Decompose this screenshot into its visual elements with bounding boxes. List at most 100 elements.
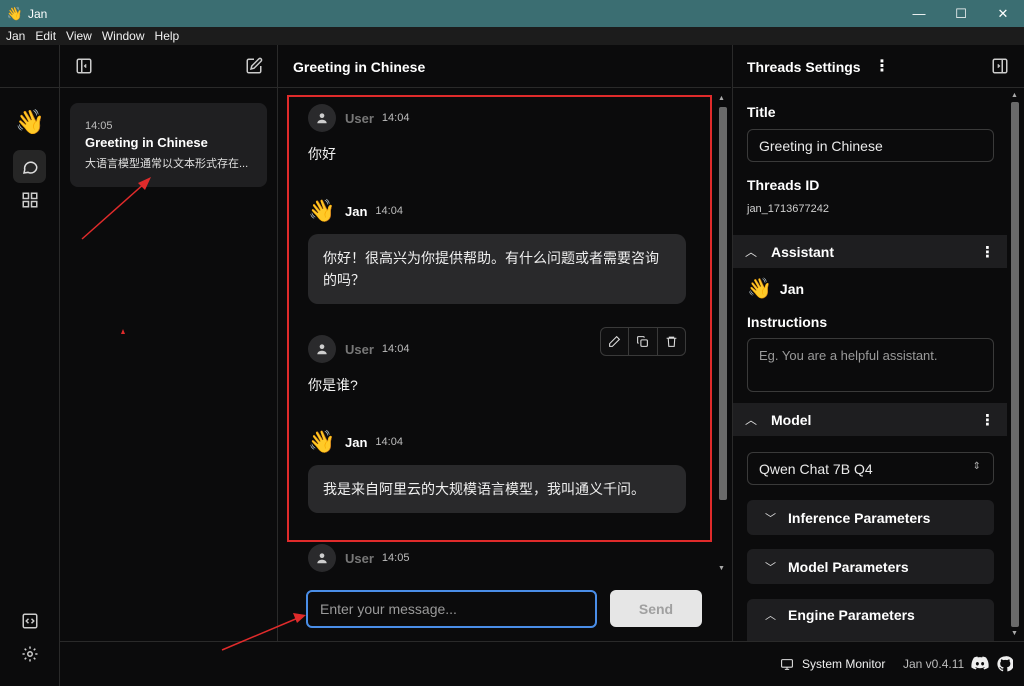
app-icon: 👋 (6, 5, 24, 21)
menu-window[interactable]: Window (97, 27, 150, 45)
message-time: 14:04 (381, 343, 410, 355)
collapse-right-panel-icon[interactable] (991, 57, 1009, 80)
message-time: 14:04 (375, 436, 403, 448)
discord-icon[interactable] (971, 656, 989, 676)
chevron-up-icon: ︿ (765, 610, 776, 622)
message-sender: User (345, 341, 374, 357)
title-bar: 👋 Jan — ☐ ✕ (0, 0, 1024, 27)
message-user: User 14:04 你是谁? (308, 335, 409, 395)
assistant-section-title: Assistant (771, 243, 835, 260)
maximize-button[interactable]: ☐ (940, 0, 982, 27)
message-bubble: 你好！很高兴为你提供帮助。有什么问题或者需要咨询的吗？ (308, 234, 686, 304)
settings-scrollbar[interactable]: ▲ ▼ (1008, 92, 1022, 641)
menu-edit[interactable]: Edit (30, 27, 61, 45)
message-sender: User (345, 550, 374, 566)
message-sender: Jan (345, 203, 368, 219)
window-controls: — ☐ ✕ (898, 0, 1024, 27)
message-time: 14:04 (375, 205, 403, 217)
new-thread-icon[interactable] (245, 57, 263, 80)
model-section-header[interactable]: ︿ Model ⋮ (733, 403, 1007, 436)
rail-top (0, 45, 60, 88)
assistant-more-icon[interactable]: ⋮ (980, 243, 995, 261)
collapse-sidebar-icon[interactable] (75, 57, 93, 80)
instructions-label: Instructions (747, 314, 828, 330)
message-actions (600, 327, 686, 356)
model-parameters-section[interactable]: ﹀ Model Parameters (747, 549, 994, 584)
minimize-button[interactable]: — (898, 0, 940, 27)
menu-bar: Jan Edit View Window Help (0, 27, 1024, 45)
thread-item[interactable]: 14:05 Greeting in Chinese 大语言模型通常以文本形式存在… (70, 103, 267, 187)
scrollbar-thumb[interactable] (719, 107, 727, 500)
inference-parameters-title: Inference Parameters (788, 509, 931, 526)
thread-list-panel: 14:05 Greeting in Chinese 大语言模型通常以文本形式存在… (60, 45, 278, 641)
more-options-icon[interactable]: ⋮ (874, 56, 890, 76)
user-avatar-icon (308, 335, 336, 363)
assistant-name: Jan (779, 280, 805, 297)
message-sender: User (345, 110, 374, 126)
model-section-title: Model (771, 411, 812, 428)
model-more-icon[interactable]: ⋮ (980, 411, 995, 429)
menu-help[interactable]: Help (150, 27, 185, 45)
settings-header: Threads Settings ⋮ (733, 45, 1024, 88)
thread-snippet: 大语言模型通常以文本形式存在... (85, 158, 249, 170)
message-text: 你是谁? (308, 377, 358, 393)
model-parameters-title: Model Parameters (788, 558, 909, 575)
close-button[interactable]: ✕ (982, 0, 1024, 27)
message-user: User 14:05 (308, 544, 409, 572)
message-assistant: 👋 Jan 14:04 你好！很高兴为你提供帮助。有什么问题或者需要咨询的吗？ (308, 198, 686, 304)
select-caret-icon: ⇕ (972, 461, 981, 472)
inference-parameters-section[interactable]: ﹀ Inference Parameters (747, 500, 994, 535)
chat-scrollbar[interactable]: ▲ ▼ (716, 95, 730, 577)
engine-parameters-section[interactable]: ︿ Engine Parameters (747, 599, 994, 641)
scrollbar-thumb[interactable] (1011, 102, 1019, 627)
code-icon[interactable] (13, 604, 46, 637)
settings-icon[interactable] (13, 637, 46, 670)
thread-list-header (60, 45, 277, 88)
message-sender: Jan (345, 434, 368, 450)
scroll-up-icon[interactable]: ▲ (718, 95, 725, 102)
chevron-down-icon: ﹀ (765, 512, 776, 525)
message-text: 你好 (308, 146, 336, 162)
scroll-up-icon[interactable]: ▲ (1011, 92, 1018, 99)
message-bubble: 我是来自阿里云的大规模语言模型，我叫通义千问。 (308, 465, 686, 513)
thread-title: Greeting in Chinese (85, 135, 208, 150)
menu-jan[interactable]: Jan (0, 27, 30, 45)
thread-time: 14:05 (85, 120, 113, 132)
menu-view[interactable]: View (61, 27, 97, 45)
message-assistant: 👋 Jan 14:04 我是来自阿里云的大规模语言模型，我叫通义千问。 (308, 429, 686, 513)
user-avatar-icon (308, 104, 336, 132)
chat-icon[interactable] (13, 150, 46, 183)
version-label: Jan v0.4.11 (903, 657, 965, 671)
user-avatar-icon (308, 544, 336, 572)
grid-icon[interactable] (13, 183, 46, 216)
title-label: Title (747, 104, 776, 120)
assistant-section-header[interactable]: ︿ Assistant ⋮ (733, 235, 1007, 268)
jan-avatar-icon: 👋 (308, 198, 336, 223)
threads-id-value: jan_1713677242 (747, 203, 829, 215)
monitor-icon (781, 658, 793, 670)
system-monitor-label: System Monitor (802, 657, 886, 671)
scroll-down-icon[interactable]: ▼ (718, 565, 725, 572)
scroll-down-icon[interactable]: ▼ (1011, 630, 1018, 637)
model-select[interactable]: Qwen Chat 7B Q4 ⇕ (747, 452, 994, 485)
assistant-avatar-icon: 👋 (747, 278, 772, 300)
assistant-row: 👋 Jan (747, 276, 804, 301)
system-monitor-button[interactable]: System Monitor (780, 657, 885, 671)
delete-message-button[interactable] (658, 328, 685, 355)
message-time: 14:04 (381, 112, 410, 124)
github-icon[interactable] (997, 656, 1015, 677)
copy-message-button[interactable] (629, 328, 658, 355)
threads-id-label: Threads ID (747, 177, 820, 193)
chevron-down-icon: ﹀ (765, 561, 776, 574)
instructions-textarea[interactable]: Eg. You are a helpful assistant. (747, 338, 994, 392)
title-field[interactable]: Greeting in Chinese (747, 129, 994, 162)
jan-logo-icon: 👋 (15, 109, 45, 136)
status-footer: System Monitor Jan v0.4.11 (60, 641, 1024, 686)
chat-title: Greeting in Chinese (278, 45, 731, 88)
chevron-up-icon: ︿ (745, 413, 758, 427)
message-input[interactable] (306, 590, 597, 628)
message-time: 14:05 (381, 552, 410, 564)
send-button[interactable]: Send (610, 590, 702, 627)
edit-message-button[interactable] (601, 328, 630, 355)
window-title: Jan (28, 6, 48, 21)
